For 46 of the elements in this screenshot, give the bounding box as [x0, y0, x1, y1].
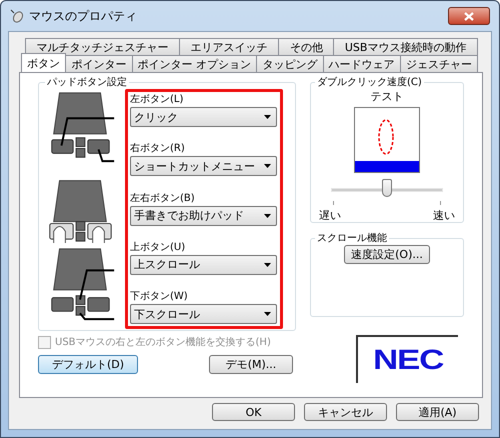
caret-icon: [264, 312, 271, 316]
field-label: 下ボタン(W): [130, 290, 189, 303]
tab[interactable]: USBマウス接続時の動作: [333, 38, 478, 55]
test-label: テスト: [370, 89, 404, 104]
dropdown[interactable]: ショートカットメニュー: [130, 156, 277, 176]
tab[interactable]: ボタン: [21, 53, 66, 72]
close-icon: [464, 12, 474, 20]
demo-button[interactable]: デモ(M)...: [209, 355, 293, 374]
logo-text: NEC: [372, 344, 444, 376]
dialog-button[interactable]: キャンセル: [304, 403, 387, 421]
caret-icon: [264, 214, 271, 218]
fast-label: 速い: [433, 208, 455, 223]
caret-icon: [264, 262, 271, 267]
dropdown[interactable]: 下スクロール: [130, 304, 277, 324]
speed-settings-button[interactable]: 速度設定(O)...: [344, 245, 430, 264]
tab[interactable]: ジェスチャー: [400, 55, 478, 72]
group-title: パッドボタン設定: [46, 76, 128, 89]
tab[interactable]: ハードウェア: [322, 55, 401, 72]
dropdown[interactable]: 手書きでお助けパッド: [130, 206, 277, 226]
group-title: スクロール機能: [316, 232, 388, 245]
default-button[interactable]: デフォルト(D): [38, 355, 138, 374]
window-title: マウスのプロパティ: [29, 8, 138, 24]
tab[interactable]: ポインター オプション: [132, 55, 258, 72]
mouse-icon: [10, 9, 24, 23]
field-label: 上ボタン(U): [130, 240, 186, 254]
field-label: 右ボタン(R): [130, 142, 186, 156]
caret-icon: [264, 164, 271, 168]
dropdown[interactable]: 上スクロール: [130, 254, 277, 275]
tab[interactable]: エリアスイッチ: [179, 38, 280, 55]
field-label: 左ボタン(L): [130, 93, 184, 106]
checkbox-label: USBマウスの右と左のボタン機能を交換する(H): [55, 336, 271, 349]
slider-thumb[interactable]: [382, 179, 392, 197]
tab[interactable]: その他: [278, 38, 334, 55]
speed-slider[interactable]: [331, 179, 443, 199]
dialog-button[interactable]: OK: [212, 403, 295, 421]
dialog-button[interactable]: 適用(A): [396, 403, 479, 421]
tab[interactable]: ポインター: [65, 55, 132, 72]
close-button[interactable]: [448, 7, 490, 25]
test-area-drawing: [354, 107, 420, 173]
tab[interactable]: マルチタッチジェスチャー: [25, 38, 180, 55]
tab[interactable]: タッピング: [256, 55, 324, 72]
slow-label: 遅い: [319, 208, 341, 223]
caret-icon: [264, 115, 271, 119]
dropdown[interactable]: クリック: [130, 107, 277, 127]
field-label: 左右ボタン(B): [130, 192, 196, 204]
group-title: ダブルクリック速度(C): [316, 76, 423, 89]
